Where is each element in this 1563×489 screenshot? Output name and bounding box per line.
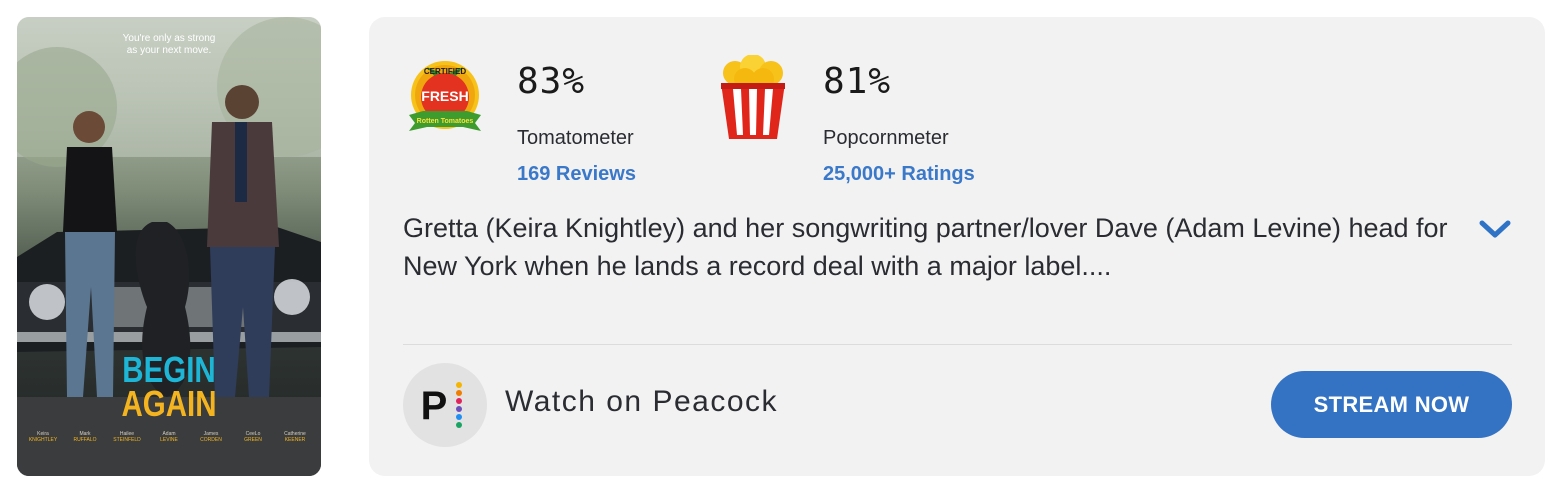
- poster-credits: Keira KNIGHTLEY Mark RUFFALO Hailee STEINFE…: [23, 431, 315, 443]
- chevron-down-icon[interactable]: [1478, 217, 1512, 241]
- popcornmeter-ratings-link[interactable]: 25,000+ Ratings: [823, 163, 975, 186]
- poster-title-line1: BEGIN: [122, 349, 216, 390]
- movie-poster[interactable]: You're only as strong as your next move.…: [17, 17, 321, 476]
- badge-mid-text: FRESH: [421, 88, 468, 104]
- synopsis-text: Gretta (Keira Knightley) and her songwri…: [403, 213, 1448, 281]
- poster-credit: Catherine KEENER: [284, 431, 306, 443]
- certified-fresh-icon: CERTIFIED FRESH Rotten Tomatoes: [405, 57, 485, 139]
- poster-tagline: You're only as strong as your next move.: [17, 33, 321, 57]
- movie-summary-widget: You're only as strong as your next move.…: [0, 0, 1563, 489]
- poster-credit: CeeLo GREEN: [244, 431, 262, 443]
- poster-title: BEGIN AGAIN: [44, 349, 293, 424]
- stream-now-button[interactable]: STREAM NOW: [1271, 371, 1512, 438]
- tomatometer-label: Tomatometer: [517, 127, 634, 149]
- poster-tagline-line2: as your next move.: [126, 45, 212, 56]
- peacock-logo-icon: P: [403, 363, 487, 447]
- popcornmeter-label: Popcornmeter: [823, 127, 949, 149]
- popcorn-bucket-icon: [719, 54, 787, 141]
- poster-title-line2: AGAIN: [121, 383, 217, 424]
- poster-credit: James CORDEN: [200, 431, 222, 443]
- peacock-logo-letter: P: [421, 384, 448, 428]
- watch-on-label: Watch on Peacock: [505, 385, 779, 418]
- score-card: CERTIFIED FRESH Rotten Tomatoes 83% Toma…: [369, 17, 1545, 476]
- badge-top-text: CERTIFIED: [424, 67, 466, 76]
- poster-credit: Adam LEVINE: [160, 431, 178, 443]
- tomatometer-score: 83%: [517, 61, 586, 102]
- poster-tagline-line1: You're only as strong: [122, 33, 216, 44]
- badge-bottom-text: Rotten Tomatoes: [417, 118, 474, 125]
- poster-credit: Mark RUFFALO: [73, 431, 97, 443]
- poster-credit: Keira KNIGHTLEY: [28, 431, 58, 443]
- divider: [403, 344, 1512, 345]
- poster-credit: Hailee STEINFELD: [113, 431, 141, 443]
- tomatometer-reviews-link[interactable]: 169 Reviews: [517, 163, 636, 186]
- popcornmeter-score: 81%: [823, 61, 892, 102]
